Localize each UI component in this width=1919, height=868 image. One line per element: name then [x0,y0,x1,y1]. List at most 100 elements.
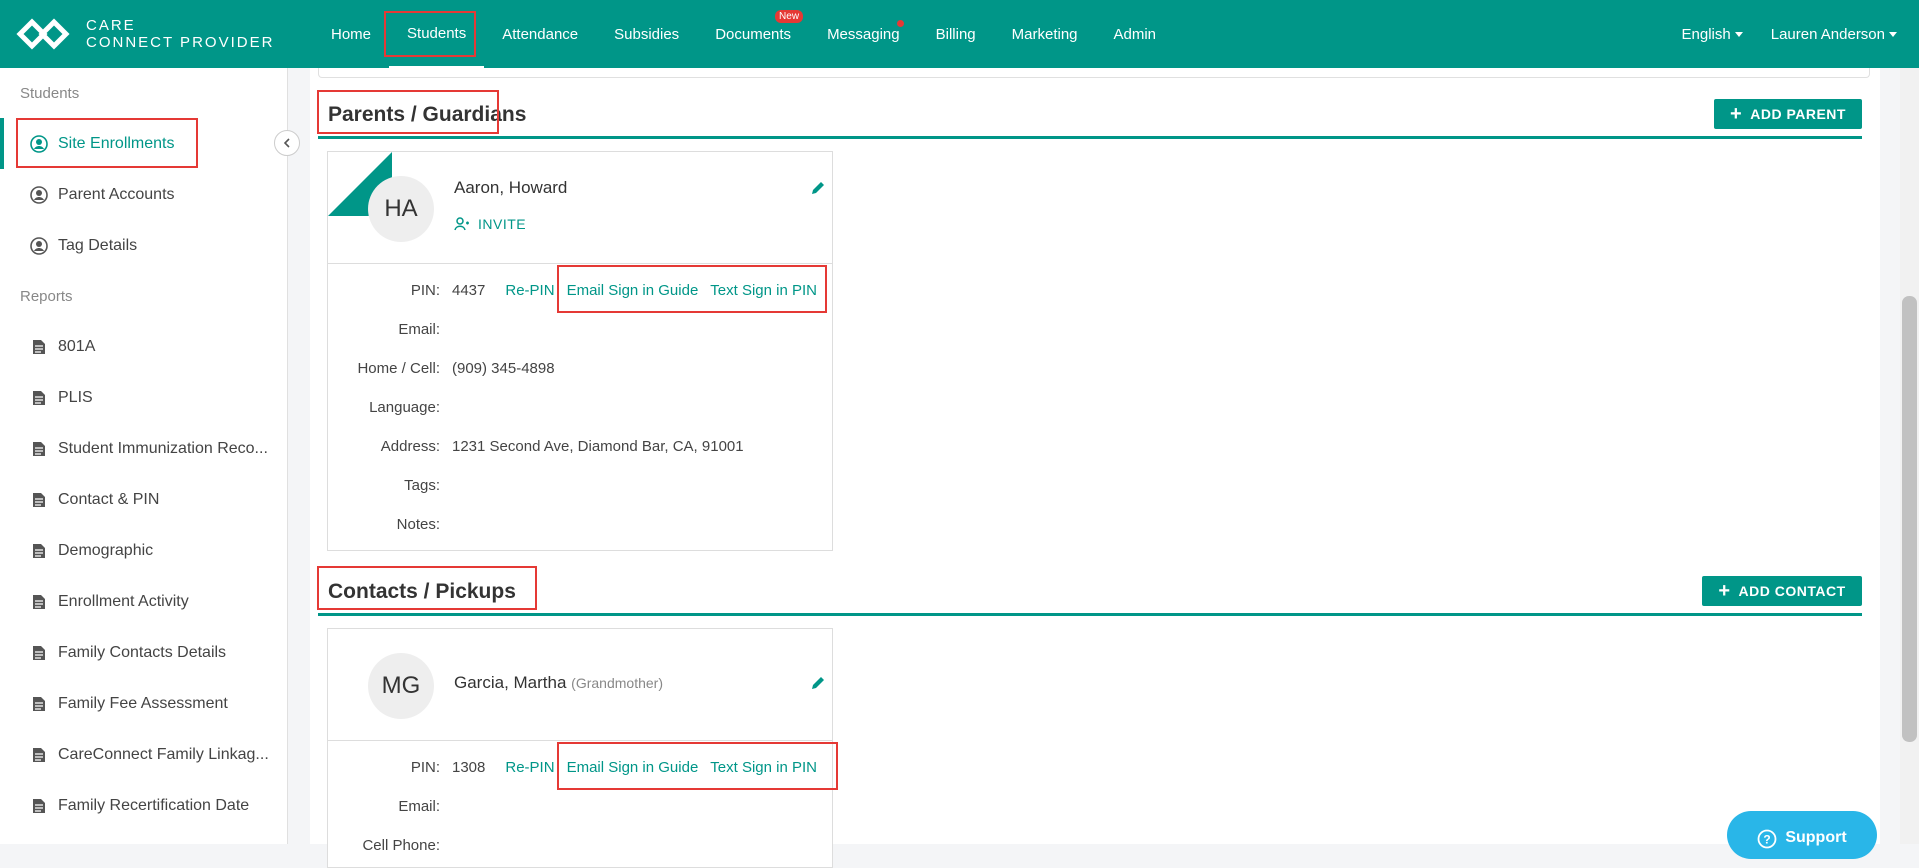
sidebar-item-report[interactable]: PLIS [0,372,287,423]
plus-icon: + [1730,102,1743,125]
sidebar-item-report[interactable]: Family Fee Assessment [0,678,287,729]
highlight-box-parents-title [317,90,499,134]
document-icon [30,389,48,407]
parent-card-header: Parent A HA Aaron, Howard INVITE [328,152,832,264]
document-icon [30,695,48,713]
contact-relation: (Grandmother) [571,675,663,691]
notes-label: Notes: [396,515,440,533]
pin-value: 1308 [452,758,486,776]
document-icon [30,440,48,458]
repin-link[interactable]: Re-PIN [505,759,554,776]
sidebar-item-tag-details[interactable]: Tag Details [0,220,287,271]
sidebar-item-label: CareConnect Family Linkag... [58,745,269,763]
support-button[interactable]: ? Support [1727,811,1877,859]
pin-label: PIN: [410,281,440,299]
contact-phone-row: Cell Phone: [328,834,440,856]
document-icon [30,491,48,509]
add-parent-label: ADD PARENT [1750,106,1846,122]
address-value: 1231 Second Ave, Diamond Bar, CA, 91001 [452,437,744,455]
invite-link[interactable]: INVITE [454,216,526,232]
sidebar-item-report[interactable]: Family Contacts Details [0,627,287,678]
document-icon [30,338,48,356]
nav-attendance[interactable]: Attendance [484,0,596,68]
language-dropdown[interactable]: English [1682,26,1743,43]
tags-label: Tags: [404,476,440,494]
sidebar-item-report[interactable]: Enrollment Activity [0,576,287,627]
sidebar-item-report[interactable]: Demographic [0,525,287,576]
sidebar-item-label: Family Recertification Date [58,796,250,814]
parents-section-divider [318,136,1862,139]
invite-user-icon [454,217,469,231]
parent-address-row: Address: 1231 Second Ave, Diamond Bar, C… [328,435,744,457]
highlight-box-site-enrollments [16,118,198,168]
parent-avatar: HA [368,176,434,242]
sidebar-item-report[interactable]: Family Recertification Date [0,780,287,831]
add-contact-label: ADD CONTACT [1738,583,1846,599]
brand-logo[interactable]: CARE CONNECT PROVIDER [16,14,274,54]
sidebar: Students Site Enrollments Parent Account… [0,68,288,844]
parent-phone-row: Home / Cell: (909) 345-4898 [328,357,555,379]
help-circle-icon: ? [1757,829,1777,849]
sidebar-item-report[interactable]: CareConnect Family Linkag... [0,729,287,780]
nav-subsidies[interactable]: Subsidies [596,0,697,68]
main-content: Parents / Guardians + ADD PARENT Parent … [310,68,1880,868]
user-menu[interactable]: Lauren Anderson [1771,26,1897,43]
sidebar-item-label: Tag Details [58,236,138,254]
highlight-box-parent-links [557,265,827,313]
user-circle-icon [30,185,48,204]
sidebar-collapse-button[interactable] [274,130,300,156]
parent-name: Aaron, Howard [454,178,568,197]
email-label: Email: [398,797,440,815]
add-parent-button[interactable]: + ADD PARENT [1714,99,1862,129]
sidebar-item-label: 801A [58,337,96,355]
support-label: Support [1785,829,1847,846]
document-icon [30,593,48,611]
invite-label: INVITE [478,216,527,232]
nav-documents-label: Documents [715,25,792,43]
parent-email-row: Email: [328,318,440,340]
phone-value: (909) 345-4898 [452,359,555,377]
scrollbar-thumb[interactable] [1902,296,1917,742]
sidebar-item-label: Family Fee Assessment [58,694,228,712]
sidebar-item-label: Family Contacts Details [58,643,227,661]
edit-pencil-icon[interactable] [810,675,826,691]
contact-card-header: MG Garcia, Martha (Grandmother) [328,629,832,741]
parent-notes-row: Notes: [328,513,440,535]
document-icon [30,644,48,662]
highlight-box-students [384,11,476,57]
nav-admin[interactable]: Admin [1096,0,1175,68]
sidebar-item-report[interactable]: Contact & PIN [0,474,287,525]
parent-card: Parent A HA Aaron, Howard INVITE PIN: 44… [327,151,833,551]
nav-messaging-label: Messaging [827,25,900,43]
address-label: Address: [380,437,440,455]
language-label: Language: [369,398,440,416]
sidebar-item-parent-accounts[interactable]: Parent Accounts [0,169,287,220]
document-icon [30,797,48,815]
plus-icon: + [1718,579,1731,602]
nav-home[interactable]: Home [313,0,389,68]
nav-right: English Lauren Anderson [1682,0,1897,68]
page-scrollbar[interactable] [1900,68,1919,844]
add-contact-button[interactable]: + ADD CONTACT [1702,576,1862,606]
contacts-section-divider [318,613,1862,616]
nav-messaging[interactable]: Messaging [809,0,918,68]
sidebar-item-report[interactable]: Student Immunization Reco... [0,423,287,474]
nav-marketing[interactable]: Marketing [994,0,1096,68]
nav-documents[interactable]: Documents New [697,0,809,68]
brand-line-2: CONNECT PROVIDER [86,34,275,51]
nav-billing[interactable]: Billing [918,0,994,68]
sidebar-item-label: PLIS [58,388,93,406]
repin-link[interactable]: Re-PIN [505,282,554,299]
parent-tags-row: Tags: [328,474,440,496]
highlight-box-contact-links [557,742,838,790]
top-navbar: CARE CONNECT PROVIDER Home Students Atte… [0,0,1919,68]
pin-label: PIN: [410,758,440,776]
notification-dot [896,20,904,27]
logo-icon [16,18,70,50]
sidebar-item-label: Student Immunization Reco... [58,439,268,457]
edit-pencil-icon[interactable] [810,180,826,196]
brand-line-1: CARE [86,17,136,34]
sidebar-item-label: Contact & PIN [58,490,160,508]
sidebar-item-report[interactable]: 801A [0,321,287,372]
contact-email-row: Email: [328,795,440,817]
